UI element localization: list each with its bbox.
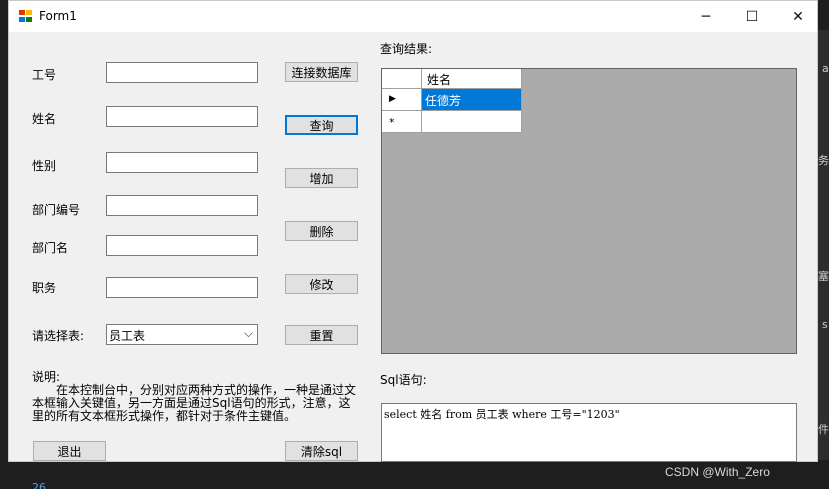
form-window: Form1 ─ ☐ ✕ 工号 姓名 性别 部门编号 部门名 职务 请选择表: 员…: [8, 0, 818, 462]
query-button[interactable]: 查询: [285, 115, 358, 135]
add-button[interactable]: 增加: [285, 168, 358, 188]
label-gender: 性别: [32, 159, 57, 173]
grid-cell[interactable]: 任德芳: [422, 89, 522, 111]
position-input[interactable]: [106, 277, 258, 298]
sql-text: select 姓名 from 员工表 where 工号="1203": [384, 408, 620, 421]
maximize-button[interactable]: ☐: [729, 1, 775, 32]
result-grid[interactable]: 姓名 ▶ 任德芳 *: [381, 68, 797, 354]
gender-input[interactable]: [106, 152, 258, 173]
label-dept-name: 部门名: [32, 241, 69, 255]
background-char: 塞: [818, 270, 829, 283]
background-char: 件: [818, 423, 829, 436]
background-char: s: [822, 318, 828, 331]
label-position: 职务: [32, 281, 57, 295]
name-input[interactable]: [106, 106, 258, 127]
dept-id-input[interactable]: [106, 195, 258, 216]
dept-name-input[interactable]: [106, 235, 258, 256]
connect-db-button[interactable]: 连接数据库: [285, 62, 358, 82]
grid-new-cell[interactable]: [422, 111, 522, 133]
title-bar[interactable]: Form1 ─ ☐ ✕: [9, 1, 817, 32]
emp-id-input[interactable]: [106, 62, 258, 83]
background-char: a: [822, 62, 829, 75]
current-row-icon: ▶: [389, 94, 396, 104]
watermark: CSDN @With_Zero: [665, 465, 770, 479]
reset-button[interactable]: 重置: [285, 325, 358, 345]
label-emp-id: 工号: [32, 68, 57, 82]
label-select-table: 请选择表:: [32, 329, 85, 343]
row-header[interactable]: ▶: [382, 89, 422, 111]
modify-button[interactable]: 修改: [285, 274, 358, 294]
background-ide-right: [818, 30, 829, 460]
exit-button[interactable]: 退出: [33, 441, 106, 461]
table-select-value: 员工表: [109, 329, 146, 343]
delete-button[interactable]: 删除: [285, 221, 358, 241]
query-result-label: 查询结果:: [380, 42, 433, 56]
background-char: 务: [818, 154, 829, 167]
new-row-icon: *: [389, 116, 395, 129]
new-row-header[interactable]: *: [382, 111, 422, 133]
line-number: 26: [32, 481, 46, 489]
app-icon: [19, 10, 33, 23]
clear-sql-button[interactable]: 清除sql: [285, 441, 358, 461]
sql-label: Sql语句:: [380, 373, 427, 387]
instructions-body: 在本控制台中，分别对应两种方式的操作，一种是通过文本框输入关键值，另一方面是通过…: [32, 383, 357, 423]
window-title: Form1: [39, 9, 77, 23]
grid-column-header[interactable]: 姓名: [422, 69, 522, 89]
sql-input[interactable]: select 姓名 from 员工表 where 工号="1203": [381, 403, 797, 462]
grid-corner-header[interactable]: [382, 69, 422, 89]
close-button[interactable]: ✕: [775, 1, 821, 32]
minimize-button[interactable]: ─: [683, 1, 729, 32]
label-name: 姓名: [32, 112, 57, 126]
label-dept-id: 部门编号: [32, 203, 81, 217]
instructions: 说明: 在本控制台中，分别对应两种方式的操作，一种是通过文本框输入关键值，另一方…: [32, 371, 362, 423]
chevron-down-icon[interactable]: ⌵: [244, 326, 253, 341]
table-select[interactable]: 员工表 ⌵: [106, 324, 258, 345]
